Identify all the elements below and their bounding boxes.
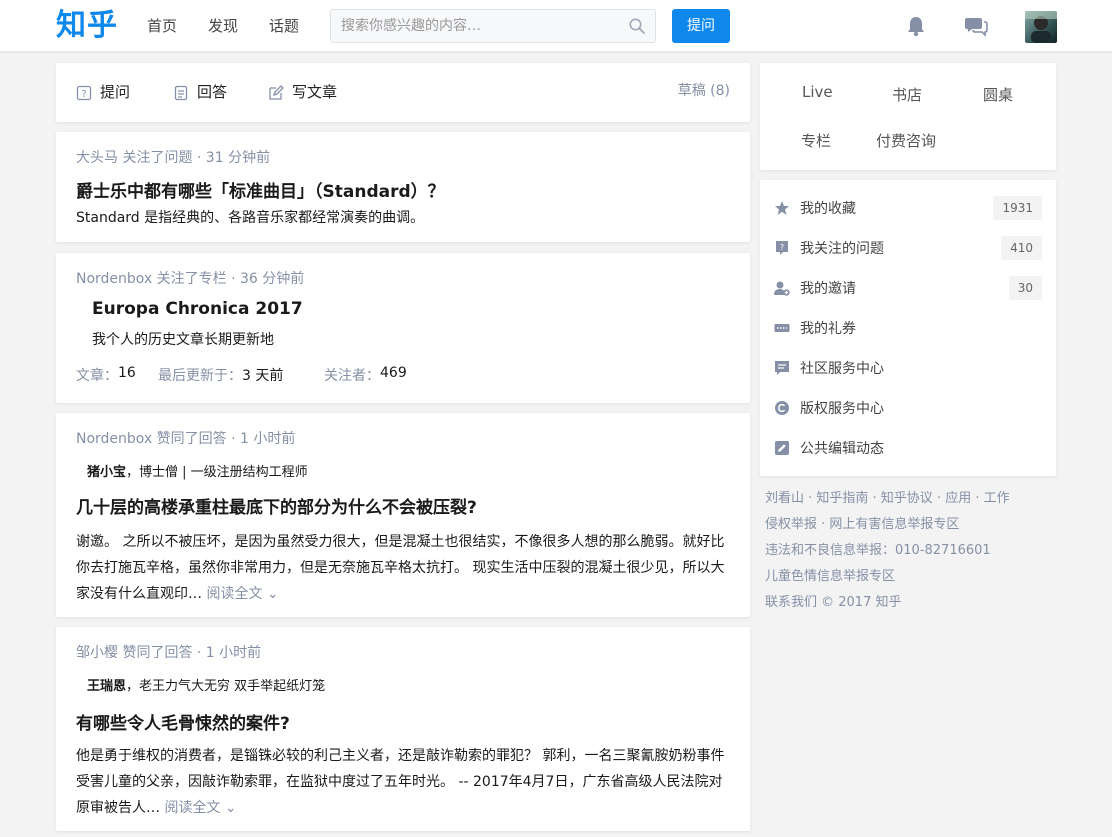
author-name[interactable]: 王瑞恩	[87, 679, 126, 694]
feed-title[interactable]: 几十层的高楼承重柱最底下的部分为什么不会被压裂?	[76, 493, 477, 518]
quick-link-roundtable[interactable]: 圆桌	[983, 84, 1013, 105]
stat-label: 文章：	[76, 368, 118, 384]
quick-links-card: Live 书店 圆桌 专栏 付费咨询	[760, 63, 1056, 170]
author-bio: ，博士僧 | 一级注册结构工程师	[126, 465, 308, 480]
side-item-followed-questions[interactable]: ? 我关注的问题 410	[774, 228, 1042, 268]
side-item-label: 版权服务中心	[800, 401, 884, 417]
feed-meta[interactable]: Nordenbox 赞同了回答 · 1 小时前	[76, 428, 295, 448]
quick-link-paid-consult[interactable]: 付费咨询	[876, 130, 936, 151]
main-nav: 首页 发现 话题	[147, 0, 330, 52]
column-title[interactable]: Europa Chronica 2017	[92, 299, 303, 319]
feed-excerpt[interactable]: 他是勇于维权的消费者，是锱铢必较的利己主义者，还是敲诈勒索的罪犯？ 郭利，一名三…	[76, 743, 736, 821]
svg-text:?: ?	[81, 89, 86, 100]
feed-card: 大头马 关注了问题 · 31 分钟前 爵士乐中都有哪些「标准曲目」（Standa…	[56, 132, 750, 242]
zhihu-logo[interactable]: 知乎	[56, 7, 118, 45]
top-header: 知乎 首页 发现 话题 提问	[0, 0, 1112, 52]
side-item-label: 我的收藏	[800, 201, 856, 217]
feed-meta[interactable]: Nordenbox 关注了专栏 · 36 分钟前	[76, 268, 304, 288]
side-item-label: 我的邀请	[800, 281, 856, 297]
service-icon	[775, 361, 789, 375]
stat-updated: 3 天前	[242, 368, 284, 384]
stat-label: 关注者：	[324, 368, 380, 384]
feed-meta[interactable]: 邹小樱 赞同了回答 · 1 小时前	[76, 642, 261, 662]
author-bio: ，老王力气大无穷 双手举起纸灯笼	[126, 679, 326, 694]
footer-report-phone[interactable]: 违法和不良信息举报：010-82716601	[765, 538, 1055, 564]
quick-link-bookstore[interactable]: 书店	[892, 84, 922, 105]
count-badge: 30	[1008, 276, 1042, 300]
composer-bar: ? 提问 回答 写文章 草稿 (8)	[56, 63, 750, 122]
search-box	[330, 9, 656, 43]
feed-excerpt[interactable]: Standard 是指经典的、各路音乐家都经常演奏的曲调。	[76, 205, 736, 231]
feed-excerpt[interactable]: 谢邀。 之所以不被压坏，是因为虽然受力很大，但是混凝土也很结实，不像很多人想的那…	[76, 529, 736, 607]
feed-card: 邹小樱 赞同了回答 · 1 小时前 王瑞恩，老王力气大无穷 双手举起纸灯笼 有哪…	[56, 627, 750, 831]
column-stats: 文章： 16 最后更新于： 3 天前 关注者： 469	[76, 365, 407, 385]
write-article-label: 写文章	[292, 83, 338, 101]
coupon-icon	[774, 324, 790, 332]
stat-articles: 16	[118, 365, 136, 381]
feed-card: Nordenbox 赞同了回答 · 1 小时前 猪小宝，博士僧 | 一级注册结构…	[56, 413, 750, 617]
svg-text:?: ?	[780, 243, 784, 252]
answer-author: 王瑞恩，老王力气大无穷 双手举起纸灯笼	[87, 675, 325, 694]
side-item-community-service[interactable]: 社区服务中心	[774, 348, 1042, 388]
side-item-coupons[interactable]: 我的礼券	[774, 308, 1042, 348]
write-article-action[interactable]: 写文章	[268, 63, 337, 122]
question-icon: ?	[76, 85, 92, 100]
footer-links[interactable]: 刘看山 · 知乎指南 · 知乎协议 · 应用 · 工作	[765, 486, 1055, 512]
column-description: 我个人的历史文章长期更新地	[92, 332, 274, 348]
side-item-label: 我关注的问题	[800, 241, 884, 257]
footer-child-report[interactable]: 儿童色情信息举报专区	[765, 564, 1055, 590]
side-item-label: 社区服务中心	[800, 361, 884, 377]
nav-home[interactable]: 首页	[147, 0, 177, 52]
drafts-link[interactable]: 草稿 (8)	[678, 63, 730, 120]
search-icon[interactable]	[629, 18, 645, 34]
question-icon: ?	[776, 241, 788, 255]
ask-question-button[interactable]: 提问	[672, 9, 730, 43]
side-item-collections[interactable]: 我的收藏 1931	[774, 188, 1042, 228]
read-more-link[interactable]: 阅读全文 ⌄	[206, 586, 278, 602]
search-input[interactable]	[341, 10, 621, 42]
star-icon	[775, 201, 789, 215]
feed-title[interactable]: 有哪些令人毛骨悚然的案件?	[76, 709, 290, 734]
stat-label: 最后更新于：	[158, 368, 242, 384]
ask-action[interactable]: ? 提问	[76, 63, 130, 122]
quick-link-live[interactable]: Live	[802, 83, 833, 101]
ask-action-label: 提问	[100, 83, 131, 101]
read-more-link[interactable]: 阅读全文 ⌄	[164, 800, 236, 816]
side-item-invitations[interactable]: 我的邀请 30	[774, 268, 1042, 308]
side-item-public-edits[interactable]: 公共编辑动态	[774, 428, 1042, 468]
answer-action[interactable]: 回答	[173, 63, 227, 122]
nav-topics[interactable]: 话题	[269, 0, 299, 52]
side-item-copyright-service[interactable]: 版权服务中心	[774, 388, 1042, 428]
feed-card: Nordenbox 关注了专栏 · 36 分钟前 Europa Chronica…	[56, 253, 750, 403]
edit-icon	[775, 441, 789, 455]
footer-copyright[interactable]: 联系我们 © 2017 知乎	[765, 590, 1055, 616]
bell-icon[interactable]	[905, 15, 927, 37]
pencil-icon	[269, 84, 284, 100]
quick-link-column[interactable]: 专栏	[801, 130, 831, 151]
side-item-label: 我的礼券	[800, 321, 856, 337]
sidebar-footer: 刘看山 · 知乎指南 · 知乎协议 · 应用 · 工作 侵权举报 · 网上有害信…	[765, 486, 1055, 616]
footer-report-links[interactable]: 侵权举报 · 网上有害信息举报专区	[765, 512, 1055, 538]
user-avatar[interactable]	[1025, 11, 1057, 43]
count-badge: 1931	[993, 196, 1042, 220]
count-badge: 410	[1001, 236, 1042, 260]
stat-followers: 469	[380, 365, 407, 381]
invite-icon	[774, 281, 790, 296]
answer-action-label: 回答	[197, 83, 228, 101]
feed-title[interactable]: 爵士乐中都有哪些「标准曲目」（Standard）？	[76, 177, 445, 202]
answer-author: 猪小宝，博士僧 | 一级注册结构工程师	[87, 461, 308, 480]
author-name[interactable]: 猪小宝	[87, 465, 126, 480]
nav-explore[interactable]: 发现	[208, 0, 238, 52]
copyright-icon	[775, 401, 789, 415]
feed-meta[interactable]: 大头马 关注了问题 · 31 分钟前	[76, 147, 270, 167]
side-menu: 我的收藏 1931 ? 我关注的问题 410 我的邀请 30 我的礼券 社区服务…	[760, 180, 1056, 476]
side-item-label: 公共编辑动态	[800, 441, 884, 457]
messages-icon[interactable]	[964, 15, 988, 37]
document-icon	[174, 85, 188, 100]
